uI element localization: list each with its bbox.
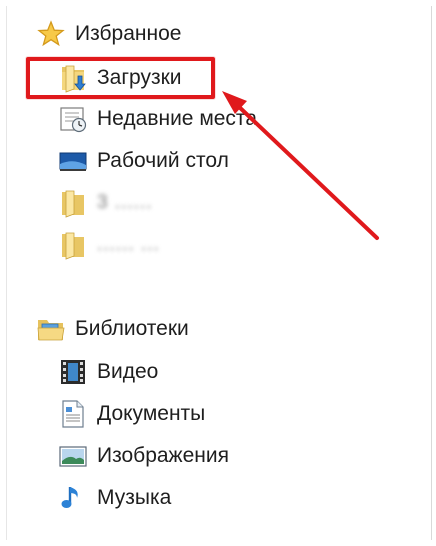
- annotation-arrow: [222, 91, 379, 240]
